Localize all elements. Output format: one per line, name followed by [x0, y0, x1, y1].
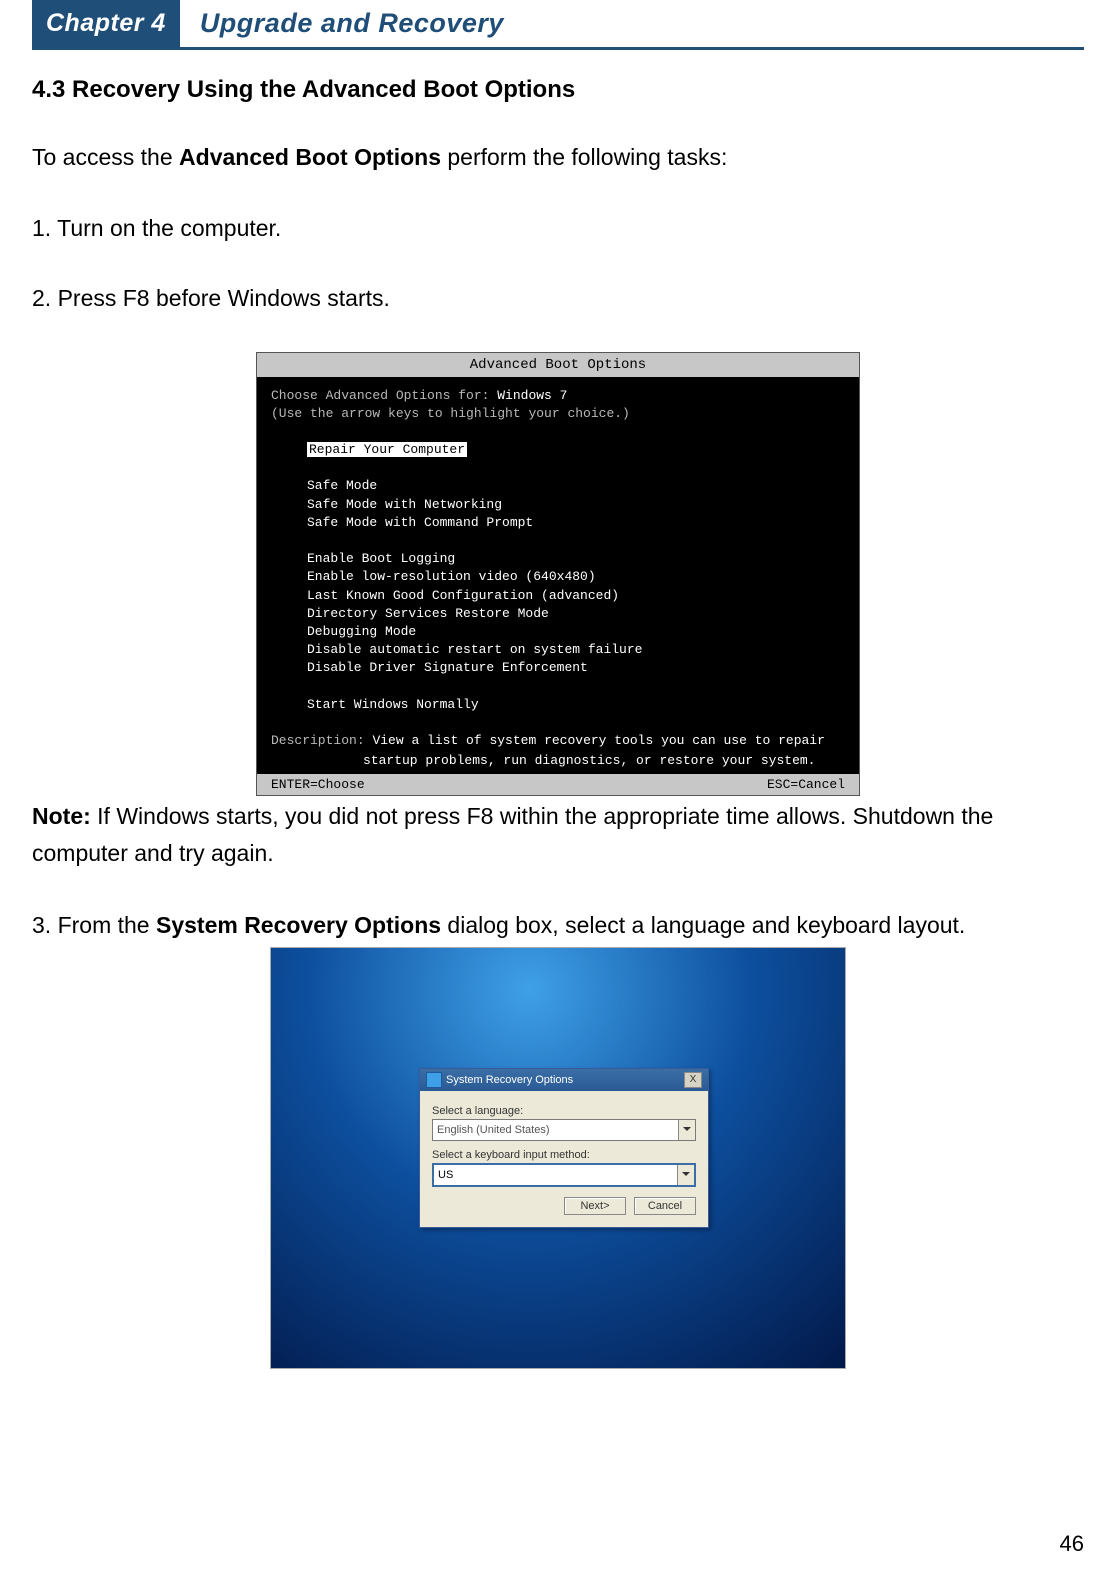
abo-opt-safe-mode: Safe Mode: [271, 477, 845, 495]
step-2: 2. Press F8 before Windows starts.: [32, 281, 1084, 316]
sro-title: System Recovery Options: [446, 1073, 573, 1085]
abo-opt-safe-mode-cmd: Safe Mode with Command Prompt: [271, 514, 845, 532]
sro-lang-label: Select a language:: [432, 1105, 696, 1117]
advanced-boot-options-screenshot: Advanced Boot Options Choose Advanced Op…: [256, 352, 860, 797]
chapter-header: Chapter 4 Upgrade and Recovery: [32, 0, 1084, 50]
abo-opt-disable-restart: Disable automatic restart on system fail…: [271, 641, 845, 659]
abo-arrows: (Use the arrow keys to highlight your ch…: [271, 405, 845, 423]
note-text: If Windows starts, you did not press F8 …: [32, 803, 993, 866]
sro-kbd-value: US: [434, 1169, 677, 1181]
abo-opt-disable-driversig: Disable Driver Signature Enforcement: [271, 659, 845, 677]
close-icon: X: [684, 1072, 702, 1088]
step-1: 1. Turn on the computer.: [32, 211, 1084, 246]
system-recovery-options-screenshot: System Recovery Options X Select a langu…: [270, 947, 846, 1369]
abo-opt-safe-mode-net: Safe Mode with Networking: [271, 496, 845, 514]
intro-pre: To access the: [32, 144, 179, 170]
abo-opt-ds-restore: Directory Services Restore Mode: [271, 605, 845, 623]
next-button: Next>: [564, 1197, 626, 1215]
abo-desc-l2: startup problems, run diagnostics, or re…: [271, 752, 845, 770]
abo-opt-lkgc: Last Known Good Configuration (advanced): [271, 587, 845, 605]
step3-pre: 3. From the: [32, 912, 156, 938]
chevron-down-icon: [677, 1165, 694, 1185]
figure-1-wrap: Advanced Boot Options Choose Advanced Op…: [32, 352, 1084, 797]
abo-footer-esc: ESC=Cancel: [767, 777, 845, 792]
sro-body: Select a language: English (United State…: [420, 1091, 708, 1227]
abo-desc-label: Description:: [271, 733, 365, 748]
abo-choose-os: Windows 7: [497, 388, 567, 403]
abo-choose-pre: Choose Advanced Options for:: [271, 388, 497, 403]
abo-desc-l1: View a list of system recovery tools you…: [372, 733, 824, 748]
sro-lang-value: English (United States): [433, 1124, 678, 1136]
figure-2-wrap: System Recovery Options X Select a langu…: [32, 947, 1084, 1369]
abo-selected-option: Repair Your Computer: [307, 442, 467, 457]
chevron-down-icon: [678, 1120, 695, 1140]
intro-bold: Advanced Boot Options: [179, 144, 441, 170]
intro-paragraph: To access the Advanced Boot Options perf…: [32, 140, 1084, 175]
cancel-button: Cancel: [634, 1197, 696, 1215]
shield-icon: [426, 1072, 442, 1088]
abo-opt-debugging: Debugging Mode: [271, 623, 845, 641]
sro-titlebar: System Recovery Options X: [420, 1069, 708, 1091]
sro-lang-select: English (United States): [432, 1119, 696, 1141]
chapter-title: Upgrade and Recovery: [180, 0, 504, 47]
abo-footer: ENTER=Choose ESC=Cancel: [257, 774, 859, 795]
sro-buttons: Next> Cancel: [432, 1197, 696, 1215]
note-paragraph: Note: If Windows starts, you did not pre…: [32, 798, 1084, 872]
sro-kbd-label: Select a keyboard input method:: [432, 1149, 696, 1161]
note-label: Note:: [32, 803, 91, 829]
step3-bold: System Recovery Options: [156, 912, 441, 938]
sro-dialog: System Recovery Options X Select a langu…: [419, 1068, 709, 1228]
abo-opt-boot-logging: Enable Boot Logging: [271, 550, 845, 568]
intro-post: perform the following tasks:: [441, 144, 727, 170]
step-3: 3. From the System Recovery Options dial…: [32, 908, 1084, 943]
abo-opt-lowres: Enable low-resolution video (640x480): [271, 568, 845, 586]
section-heading: 4.3 Recovery Using the Advanced Boot Opt…: [32, 76, 1084, 104]
abo-body: Choose Advanced Options for: Windows 7 (…: [257, 377, 859, 775]
chapter-badge: Chapter 4: [32, 0, 180, 47]
abo-opt-start-normally: Start Windows Normally: [271, 696, 845, 714]
step3-post: dialog box, select a language and keyboa…: [441, 912, 965, 938]
page-number: 46: [1060, 1531, 1084, 1557]
abo-title: Advanced Boot Options: [257, 353, 859, 377]
document-page: Chapter 4 Upgrade and Recovery 4.3 Recov…: [0, 0, 1116, 1575]
sro-kbd-select: US: [432, 1163, 696, 1187]
abo-footer-enter: ENTER=Choose: [271, 777, 365, 792]
